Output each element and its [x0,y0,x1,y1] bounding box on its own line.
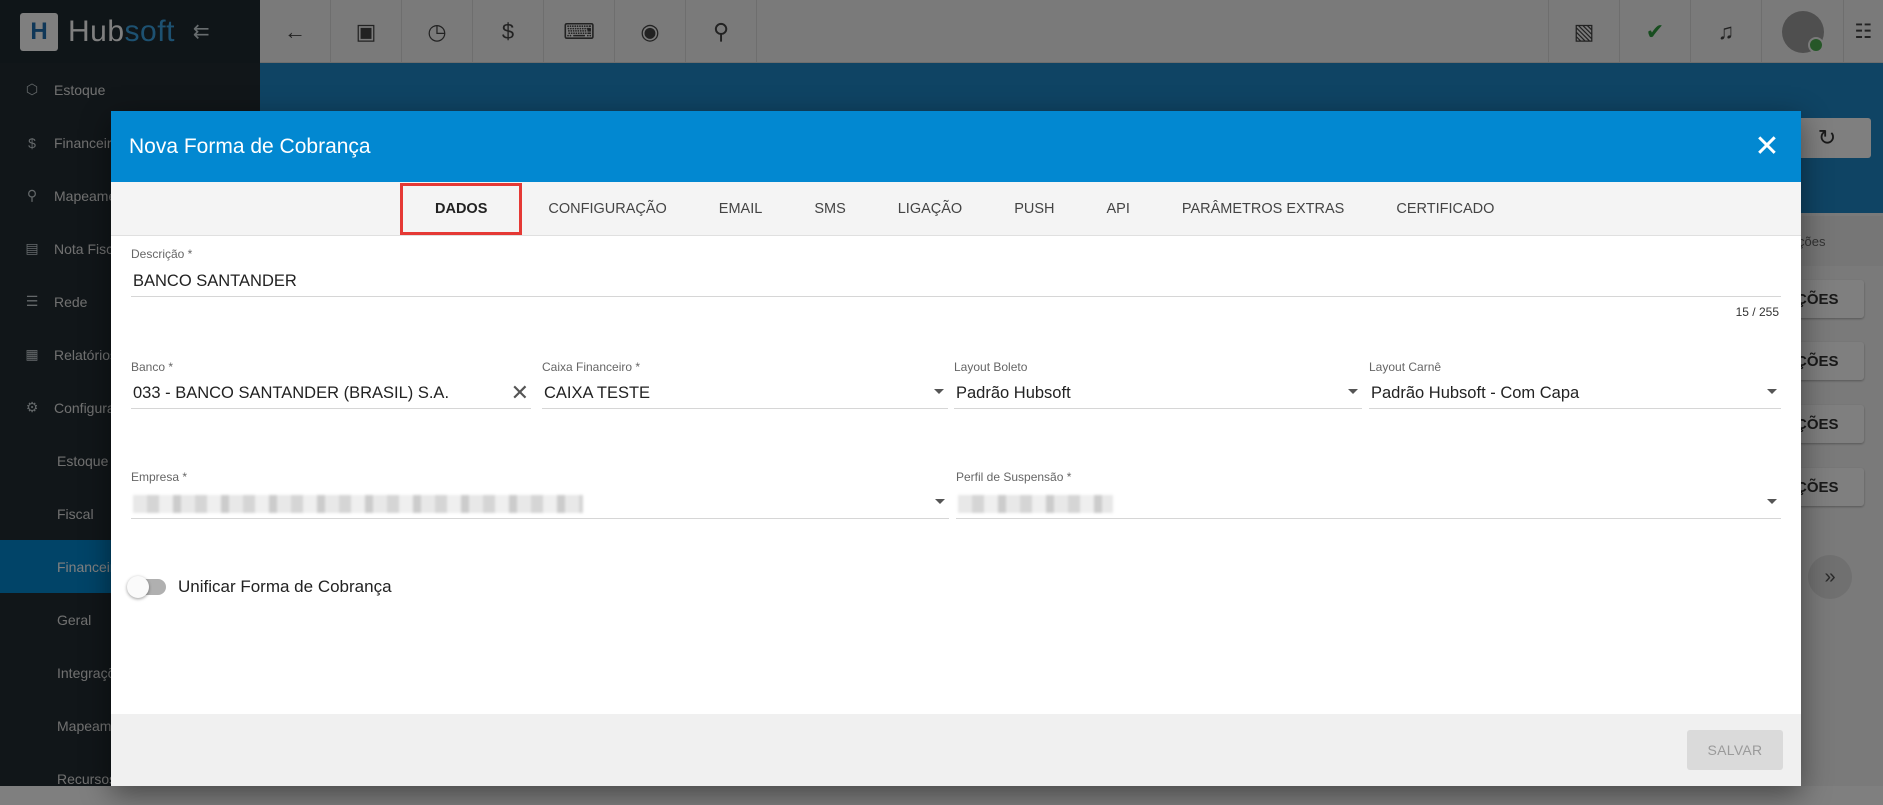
tab-email[interactable]: EMAIL [693,182,789,236]
redacted-value [133,494,583,513]
perfil-suspensao-label: Perfil de Suspensão * [956,470,1072,484]
caixa-financeiro-select[interactable]: CAIXA TESTE [542,379,948,409]
tab-parametros-extras[interactable]: PARÂMETROS EXTRAS [1156,182,1370,236]
descricao-input[interactable]: BANCO SANTANDER [131,267,1781,297]
chevron-down-icon [934,389,944,394]
unificar-toggle[interactable] [127,576,166,598]
descricao-label: Descrição * [131,247,193,261]
redacted-value [958,494,1113,513]
layout-carne-label: Layout Carnê [1369,360,1442,374]
save-button[interactable]: SALVAR [1687,730,1783,770]
clear-icon[interactable]: ✕ [511,380,529,406]
tab-sms[interactable]: SMS [788,182,871,236]
layout-carne-value: Padrão Hubsoft - Com Capa [1371,384,1580,402]
empresa-select[interactable] [131,489,949,519]
tab-ligacao[interactable]: LIGAÇÃO [872,182,988,236]
toggle-knob [127,576,149,598]
chevron-down-icon [1767,499,1777,504]
tab-dados[interactable]: DADOS [400,182,523,235]
dialog-header: Nova Forma de Cobrança ✕ [111,111,1801,182]
dialog-tabs: DADOS CONFIGURAÇÃO EMAIL SMS LIGAÇÃO PUS… [111,182,1801,236]
banco-label: Banco * [131,360,174,374]
empresa-label: Empresa * [131,470,188,484]
tab-configuracao[interactable]: CONFIGURAÇÃO [522,182,692,236]
unificar-label: Unificar Forma de Cobrança [178,577,392,596]
unificar-toggle-row: Unificar Forma de Cobrança [127,576,392,598]
tab-push[interactable]: PUSH [988,182,1080,236]
layout-boleto-value: Padrão Hubsoft [956,384,1071,402]
tab-certificado[interactable]: CERTIFICADO [1370,182,1520,236]
perfil-suspensao-select[interactable] [956,489,1781,519]
descricao-char-counter: 15 / 255 [1735,305,1779,319]
dialog-title: Nova Forma de Cobrança [129,134,371,158]
layout-boleto-select[interactable]: Padrão Hubsoft [954,379,1362,409]
banco-value: 033 - BANCO SANTANDER (BRASIL) S.A. [133,384,450,402]
caixa-financeiro-label: Caixa Financeiro * [542,360,641,374]
layout-boleto-label: Layout Boleto [954,360,1028,374]
dialog-footer: SALVAR [111,714,1801,786]
chevron-down-icon [935,499,945,504]
caixa-financeiro-value: CAIXA TESTE [544,384,651,402]
tab-api[interactable]: API [1081,182,1156,236]
layout-carne-select[interactable]: Padrão Hubsoft - Com Capa [1369,379,1781,409]
banco-select[interactable]: 033 - BANCO SANTANDER (BRASIL) S.A. ✕ [131,379,531,409]
chevron-down-icon [1767,389,1777,394]
close-icon[interactable]: ✕ [1753,132,1781,162]
chevron-down-icon [1348,389,1358,394]
nova-forma-cobranca-dialog: Nova Forma de Cobrança ✕ DADOS CONFIGURA… [111,111,1801,786]
